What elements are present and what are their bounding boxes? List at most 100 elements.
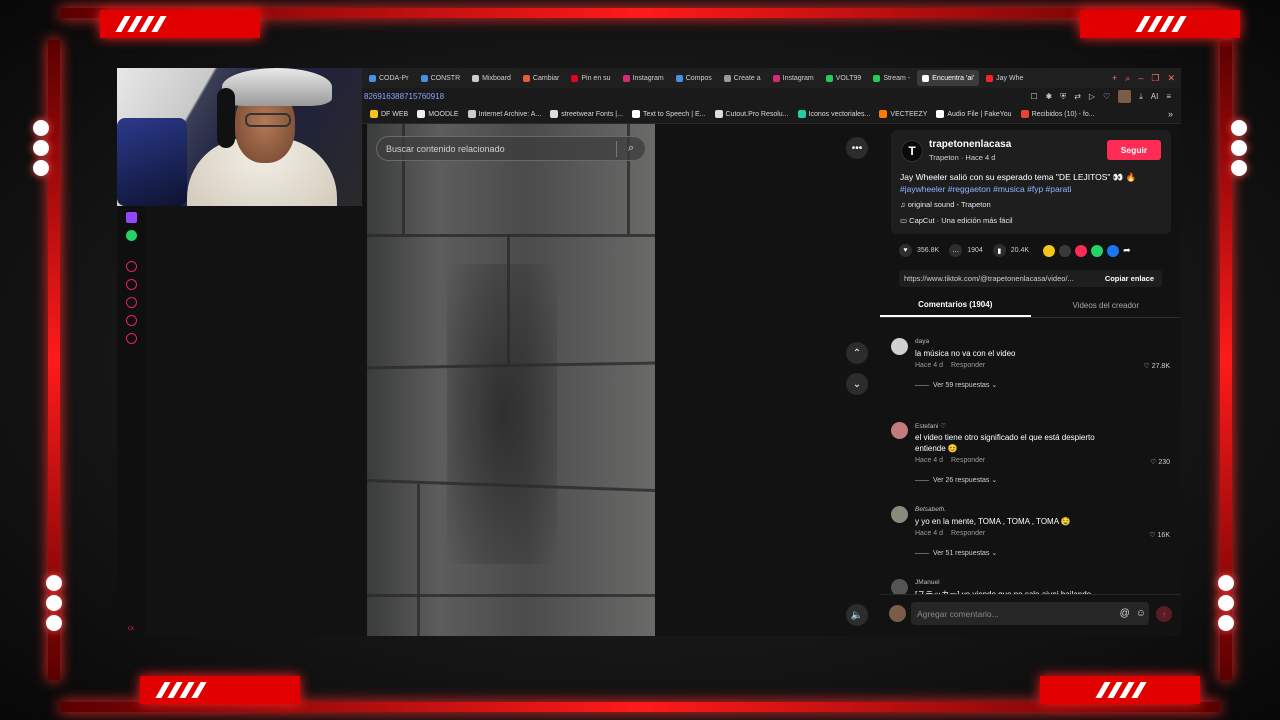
download-icon[interactable]: ⤓ [1139,92,1143,102]
bookmark-item[interactable]: DF WEB [370,110,408,118]
profile-avatar[interactable] [1118,90,1132,103]
search-icon[interactable]: ⌕ [617,142,645,155]
bookmark-item[interactable]: Cutout.Pro Resolu... [714,110,789,118]
send-icon[interactable] [1075,244,1088,257]
browser-tab[interactable]: Compos [671,70,717,86]
browser-tab[interactable]: Create a [719,70,766,86]
capcut-link[interactable]: ▭ CapCut · Una edición más fácil [900,216,1013,225]
heart-icon[interactable]: ♥ [899,244,912,257]
bookmarks-overflow-icon[interactable]: » [1168,109,1181,119]
comments-stat[interactable]: … 1904 [949,244,983,257]
heart-outline-icon[interactable]: ♡ [1149,532,1157,539]
minimize-icon[interactable]: – [1138,73,1143,84]
bookmark-item[interactable]: Recibidos (10) - fo... [1020,110,1095,118]
browser-tab[interactable]: Cambiar [518,70,564,86]
send-comment-button[interactable]: ↑ [1156,606,1172,622]
play-icon[interactable]: ▷ [1089,92,1095,101]
video-player[interactable] [367,124,655,636]
copy-link-button[interactable]: Copiar enlace [1097,274,1162,283]
next-video-button[interactable]: ⌄ [846,373,868,395]
bookmark-item[interactable]: Internet Archive: A... [467,110,541,118]
restore-icon[interactable]: ❐ [1151,73,1159,84]
comment-avatar[interactable] [891,506,908,523]
sound-link[interactable]: ♫ original sound - Trapeton [900,200,991,209]
translate-icon[interactable]: ⇄ [1074,92,1081,101]
whatsapp-share-icon[interactable] [1091,244,1104,257]
new-tab-icon[interactable]: + [1112,73,1117,84]
sidebar-bottom-label[interactable]: cx [128,626,134,632]
author-avatar[interactable]: T [901,140,923,162]
reply-button[interactable]: Responder [951,530,985,537]
reply-button[interactable]: Responder [951,457,985,464]
twitch-icon[interactable] [125,212,137,223]
whatsapp-icon[interactable] [125,230,137,241]
comment-user[interactable]: daya [915,338,929,345]
comment-like[interactable]: ♡ 230 [1150,458,1170,466]
search-tabs-icon[interactable]: ⌕ [1125,73,1130,84]
comment-input[interactable] [917,608,1117,619]
download-icon[interactable] [125,297,137,308]
browser-tab[interactable]: Instagram [768,70,819,86]
likes-stat[interactable]: ♥ 356.8K [899,244,939,257]
close-icon[interactable]: ✕ [1167,73,1175,84]
chat-icon[interactable] [125,315,137,326]
settings-icon[interactable] [125,333,137,344]
comment-avatar[interactable] [891,338,908,355]
comment-icon[interactable]: … [949,244,963,257]
history-icon[interactable] [125,279,137,290]
puzzle-icon[interactable]: ✱ [1045,92,1052,101]
browser-tab[interactable]: Encuentra 'ai' [917,70,980,86]
comment-like[interactable]: ♡ 16K [1149,531,1170,539]
comment-user[interactable]: JManuel [915,579,940,586]
emoji-icon[interactable]: ☺ [1133,608,1149,619]
ai-button[interactable]: AI [1151,92,1159,101]
heart-outline-icon[interactable]: ♡ [1143,363,1151,370]
video-link[interactable]: https://www.tiktok.com/@trapetonenlacasa… [899,274,1097,283]
repost-icon[interactable] [1043,244,1056,257]
tab-comments[interactable]: Comentarios (1904) [880,294,1031,317]
author-name[interactable]: trapetonenlacasa [929,139,1011,150]
comment-input-wrap[interactable]: @ ☺ [911,602,1149,625]
heart-icon[interactable]: ♡ [1103,92,1110,101]
hashtags[interactable]: #jaywheeler #reggaeton #musica #fyp #par… [900,184,1072,194]
bookmark-item[interactable]: Iconos vectoriales... [797,110,870,118]
bookmark-item[interactable]: Audio File | FakeYou [936,110,1012,118]
related-search-box[interactable]: ⌕ [376,136,646,161]
comment-user[interactable]: Estefani ♡ [915,422,946,430]
mention-icon[interactable]: @ [1117,608,1133,619]
sound-label[interactable]: original sound - Trapeton [908,200,991,209]
bookmark-icon[interactable]: ☐ [1030,92,1037,101]
browser-tab[interactable]: CODA-Pr [364,70,414,86]
browser-tab[interactable]: VOLT99 [821,70,867,86]
embed-icon[interactable] [1059,244,1072,257]
browser-tab[interactable]: CONSTR [416,70,466,86]
capcut-label[interactable]: CapCut · Una edición más fácil [909,216,1012,225]
browser-tab[interactable]: Instagram [618,70,669,86]
browser-tab[interactable]: Jay Whe [981,70,1028,86]
saves-stat[interactable]: ▮ 20.4K [992,244,1029,257]
browser-tab[interactable]: Mixboard [467,70,516,86]
browser-tab[interactable]: Stream - [868,70,915,86]
bookmark-icon[interactable]: ▮ [992,244,1006,257]
more-options-button[interactable]: ••• [846,137,868,159]
bookmark-item[interactable]: VECTEEZY [879,110,927,118]
view-replies-button[interactable]: Ver 26 respuestas ⌄ [915,476,997,484]
follow-button[interactable]: Seguir [1107,140,1161,160]
previous-video-button[interactable]: ⌃ [846,342,868,364]
address-bar[interactable]: 826916388715760918 ☐ ✱ ⛨ ⇄ ▷ ♡ ⤓ AI ≡ [362,88,1181,105]
bookmark-item[interactable]: streetwear Fonts |... [550,110,623,118]
related-search-input[interactable] [386,143,616,154]
target-icon[interactable] [125,261,137,272]
comment-user[interactable]: Betsabeth. [915,506,946,513]
bookmark-item[interactable]: MOODLE [417,110,459,118]
bookmark-item[interactable]: Text to Speech | E... [631,110,706,118]
menu-icon[interactable]: ≡ [1166,92,1171,101]
volume-button[interactable]: 🔈 [846,604,868,626]
facebook-share-icon[interactable] [1107,244,1120,257]
shield-icon[interactable]: ⛨ [1060,92,1066,102]
tab-creator-videos[interactable]: Videos del creador [1031,294,1182,317]
browser-tab[interactable]: Pin en su [566,70,615,86]
reply-button[interactable]: Responder [951,362,985,369]
comment-avatar[interactable] [891,422,908,439]
view-replies-button[interactable]: Ver 59 respuestas ⌄ [915,381,997,389]
